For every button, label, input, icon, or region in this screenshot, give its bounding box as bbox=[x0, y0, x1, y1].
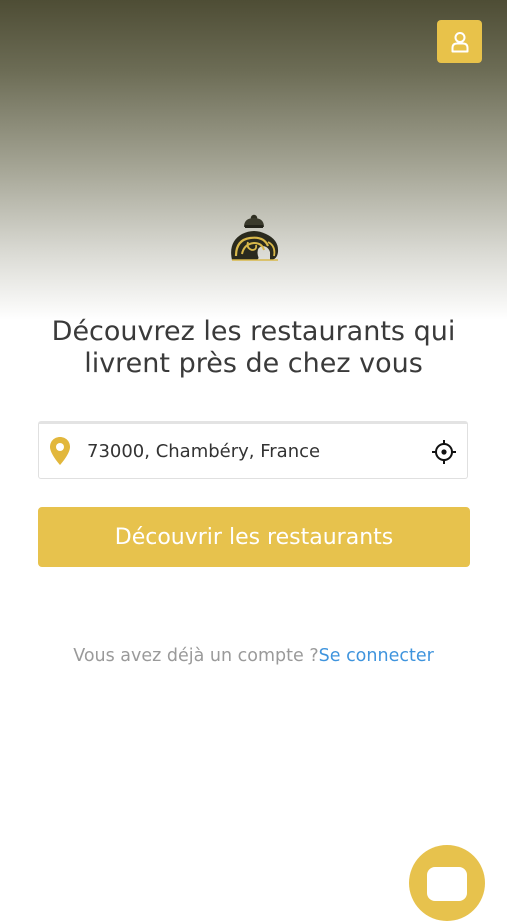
crosshair-icon[interactable] bbox=[431, 439, 457, 465]
page-title: Découvrez les restaurants qui livrent pr… bbox=[0, 316, 507, 380]
address-input[interactable] bbox=[87, 432, 417, 470]
chat-bubble-icon bbox=[427, 867, 467, 901]
map-pin-icon bbox=[50, 437, 70, 465]
user-icon bbox=[451, 31, 468, 52]
account-button[interactable] bbox=[437, 20, 482, 63]
login-prompt: Vous avez déjà un compte ?Se connecter bbox=[0, 644, 507, 668]
elephant-chef-logo bbox=[231, 214, 279, 261]
chat-button[interactable] bbox=[409, 845, 485, 921]
discover-restaurants-button[interactable]: Découvrir les restaurants bbox=[38, 507, 470, 567]
headline-line-1: Découvrez les restaurants qui bbox=[51, 316, 456, 347]
login-question: Vous avez déjà un compte ? bbox=[73, 646, 319, 666]
hero-background bbox=[0, 0, 507, 320]
login-link[interactable]: Se connecter bbox=[319, 646, 434, 666]
headline-line-2: livrent près de chez vous bbox=[84, 348, 423, 379]
address-search-box bbox=[38, 421, 468, 479]
